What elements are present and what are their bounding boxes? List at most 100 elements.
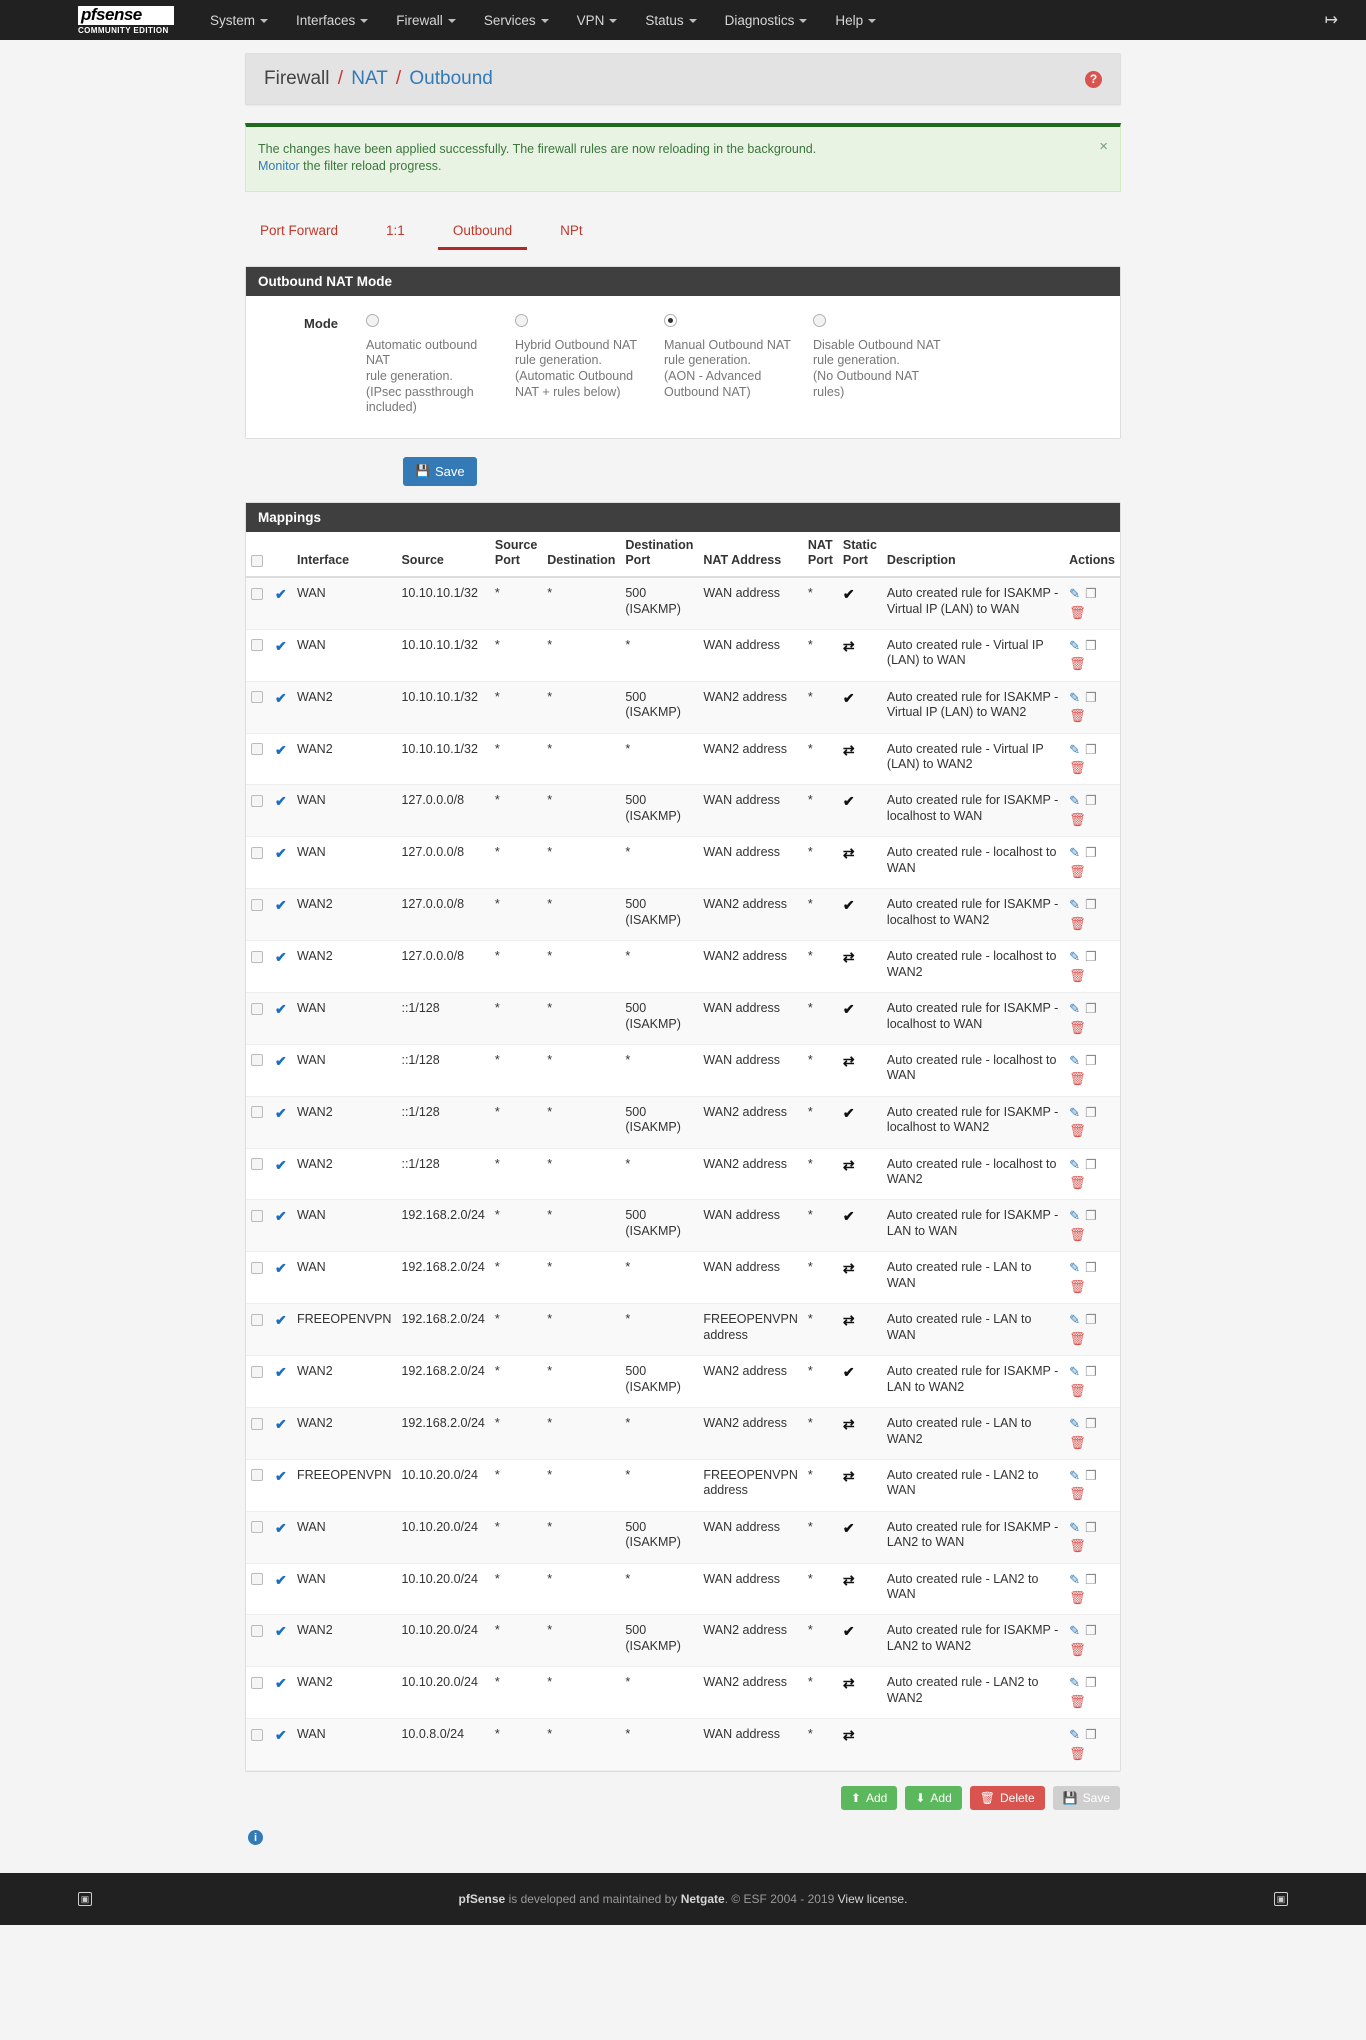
duplicate-icon[interactable]: ❐ (1085, 1572, 1097, 1588)
row-checkbox[interactable] (251, 1002, 263, 1015)
row-checkbox[interactable] (251, 639, 263, 652)
table-row[interactable]: ✔ WAN 127.0.0.0/8 * * * WAN address * ⇄ Auto crea… (246, 836, 1120, 890)
duplicate-icon[interactable]: ❐ (1085, 1468, 1097, 1484)
duplicate-icon[interactable]: ❐ (1085, 1157, 1097, 1173)
edit-pencil-icon[interactable]: ✎ (1069, 690, 1080, 706)
edit-pencil-icon[interactable]: ✎ (1069, 1105, 1080, 1121)
row-checkbox[interactable] (251, 795, 263, 808)
footer-right-icon[interactable]: ▣ (1274, 1892, 1288, 1906)
row-checkbox[interactable] (251, 1573, 263, 1586)
row-checkbox[interactable] (251, 898, 263, 911)
table-row[interactable]: ✔ WAN 192.168.2.0/24 * * * WAN address * ⇄ Auto c… (246, 1251, 1120, 1305)
delete-row-trash-icon[interactable]: 🗑 (1069, 1486, 1110, 1502)
nav-item-interfaces[interactable]: Interfaces (282, 3, 382, 38)
edit-pencil-icon[interactable]: ✎ (1069, 1208, 1080, 1224)
edit-pencil-icon[interactable]: ✎ (1069, 586, 1080, 602)
info-icon[interactable]: i (248, 1830, 263, 1845)
select-all-checkbox[interactable] (251, 554, 263, 567)
duplicate-icon[interactable]: ❐ (1085, 897, 1097, 913)
save-mode-button[interactable]: 💾 Save (403, 456, 477, 486)
delete-row-trash-icon[interactable]: 🗑 (1069, 1642, 1110, 1658)
edit-pencil-icon[interactable]: ✎ (1069, 742, 1080, 758)
tab-outbound[interactable]: Outbound (437, 216, 528, 250)
edit-pencil-icon[interactable]: ✎ (1069, 1312, 1080, 1328)
delete-row-trash-icon[interactable]: 🗑 (1069, 812, 1110, 828)
duplicate-icon[interactable]: ❐ (1085, 1053, 1097, 1069)
edit-pencil-icon[interactable]: ✎ (1069, 1001, 1080, 1017)
table-row[interactable]: ✔ WAN 10.10.10.1/32 * * * WAN address * ⇄ Auto cr… (246, 629, 1120, 682)
table-row[interactable]: ✔ WAN 192.168.2.0/24 * * 500 (ISAKMP) WAN addre… (246, 1199, 1120, 1253)
row-checkbox[interactable] (251, 1521, 263, 1534)
duplicate-icon[interactable]: ❐ (1085, 845, 1097, 861)
delete-row-trash-icon[interactable]: 🗑 (1069, 1175, 1110, 1191)
row-checkbox[interactable] (251, 1625, 263, 1638)
edit-pencil-icon[interactable]: ✎ (1069, 1675, 1080, 1691)
edit-pencil-icon[interactable]: ✎ (1069, 1260, 1080, 1276)
duplicate-icon[interactable]: ❐ (1085, 1520, 1097, 1536)
delete-row-trash-icon[interactable]: 🗑 (1069, 1227, 1110, 1243)
logout-icon[interactable]: ↦ (1325, 10, 1338, 30)
delete-row-trash-icon[interactable]: 🗑 (1069, 1331, 1110, 1347)
nav-item-help[interactable]: Help (821, 3, 890, 38)
edit-pencil-icon[interactable]: ✎ (1069, 1520, 1080, 1536)
radio-automatic[interactable] (366, 313, 379, 327)
radio-hybrid[interactable] (515, 313, 528, 327)
add-up-button[interactable]: ⬆ Add (840, 1786, 898, 1810)
mode-option-automatic[interactable]: Automatic outbound NAT rule generation. … (366, 313, 515, 416)
duplicate-icon[interactable]: ❐ (1085, 690, 1097, 706)
delete-row-trash-icon[interactable]: 🗑 (1069, 864, 1110, 880)
radio-disable[interactable] (813, 313, 826, 327)
edit-pencil-icon[interactable]: ✎ (1069, 897, 1080, 913)
row-checkbox[interactable] (251, 1106, 263, 1119)
duplicate-icon[interactable]: ❐ (1085, 1312, 1097, 1328)
delete-row-trash-icon[interactable]: 🗑 (1069, 968, 1110, 984)
row-checkbox[interactable] (251, 1261, 263, 1274)
table-row[interactable]: ✔ WAN 10.10.20.0/24 * * 500 (ISAKMP) WAN addres… (246, 1511, 1120, 1564)
delete-row-trash-icon[interactable]: 🗑 (1069, 1071, 1110, 1087)
delete-row-trash-icon[interactable]: 🗑 (1069, 1435, 1110, 1451)
table-row[interactable]: ✔ WAN2 127.0.0.0/8 * * 500 (ISAKMP) WAN2 addres… (246, 888, 1120, 941)
delete-row-trash-icon[interactable]: 🗑 (1069, 656, 1110, 672)
edit-pencil-icon[interactable]: ✎ (1069, 1727, 1080, 1743)
duplicate-icon[interactable]: ❐ (1085, 638, 1097, 654)
delete-row-trash-icon[interactable]: 🗑 (1069, 1020, 1110, 1036)
duplicate-icon[interactable]: ❐ (1085, 1416, 1097, 1432)
edit-pencil-icon[interactable]: ✎ (1069, 1364, 1080, 1380)
edit-pencil-icon[interactable]: ✎ (1069, 1157, 1080, 1173)
table-row[interactable]: ✔ WAN 10.10.10.1/32 * * 500 (ISAKMP) WAN addres… (246, 576, 1120, 630)
table-row[interactable]: ✔ WAN2::1/128 * * * WAN2 address * ⇄ Auto create… (246, 1148, 1120, 1201)
delete-row-trash-icon[interactable]: 🗑 (1069, 1123, 1110, 1139)
tab-one-to-one[interactable]: 1:1 (371, 216, 420, 250)
duplicate-icon[interactable]: ❐ (1085, 1208, 1097, 1224)
footer-left-icon[interactable]: ▣ (78, 1892, 92, 1906)
edit-pencil-icon[interactable]: ✎ (1069, 638, 1080, 654)
row-checkbox[interactable] (251, 1158, 263, 1171)
row-checkbox[interactable] (251, 1676, 263, 1689)
delete-row-trash-icon[interactable]: 🗑 (1069, 1590, 1110, 1606)
delete-row-trash-icon[interactable]: 🗑 (1069, 1538, 1110, 1554)
pfsense-logo[interactable]: pfsense COMMUNITY EDITION (78, 5, 174, 35)
duplicate-icon[interactable]: ❐ (1085, 1001, 1097, 1017)
duplicate-icon[interactable]: ❐ (1085, 1727, 1097, 1743)
nav-item-system[interactable]: System (196, 3, 282, 38)
table-row[interactable]: ✔ WAN::1/128 * * * WAN address * ⇄ Auto created … (246, 1044, 1120, 1097)
table-row[interactable]: ✔ WAN2 192.168.2.0/24 * * * WAN2 address * ⇄ Auto… (246, 1407, 1120, 1460)
mode-option-hybrid[interactable]: Hybrid Outbound NAT rule generation. (Au… (515, 313, 664, 416)
row-checkbox[interactable] (251, 1313, 263, 1326)
duplicate-icon[interactable]: ❐ (1085, 1675, 1097, 1691)
tab-port-forward[interactable]: Port Forward (245, 216, 353, 250)
edit-pencil-icon[interactable]: ✎ (1069, 949, 1080, 965)
row-checkbox[interactable] (251, 1417, 263, 1430)
row-checkbox[interactable] (251, 1054, 263, 1067)
row-checkbox[interactable] (251, 950, 263, 963)
delete-row-trash-icon[interactable]: 🗑 (1069, 760, 1110, 776)
nav-item-vpn[interactable]: VPN (563, 3, 632, 38)
table-row[interactable]: ✔ WAN2 10.10.10.1/32 * * * WAN2 address * ⇄ Auto … (246, 733, 1120, 786)
mode-option-manual[interactable]: Manual Outbound NAT rule generation. (AO… (664, 313, 813, 416)
row-checkbox[interactable] (251, 1469, 263, 1482)
duplicate-icon[interactable]: ❐ (1085, 1623, 1097, 1639)
table-row[interactable]: ✔ WAN 127.0.0.0/8 * * 500 (ISAKMP) WAN address *… (246, 784, 1120, 838)
delete-row-trash-icon[interactable]: 🗑 (1069, 1383, 1110, 1399)
table-row[interactable]: ✔ WAN2 10.10.20.0/24 * * * WAN2 address * ⇄ Auto … (246, 1666, 1120, 1720)
table-row[interactable]: ✔ WAN2 10.10.20.0/24 * * 500 (ISAKMP) WAN2 addr… (246, 1614, 1120, 1668)
